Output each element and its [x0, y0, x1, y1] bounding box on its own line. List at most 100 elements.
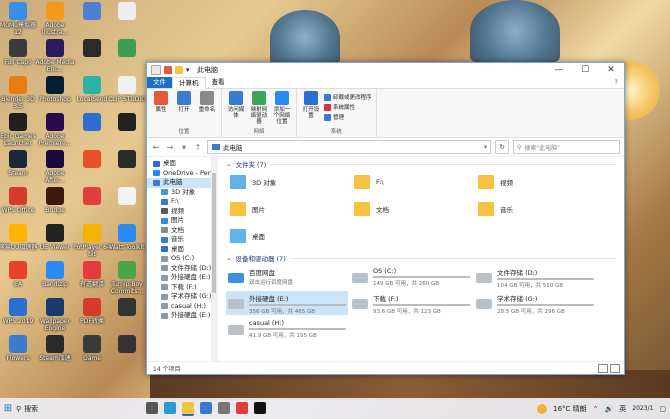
tray-chevron-icon[interactable]: ⌃ [593, 405, 599, 413]
drive-item[interactable]: 百度网盘 双击运行百度网盘 [226, 265, 348, 289]
up-arrow-icon[interactable]: ↑ [193, 143, 203, 152]
ribbon-button[interactable]: 访问媒体 [226, 91, 246, 127]
folder-icon[interactable] [175, 66, 183, 74]
desktop-shortcut[interactable]: EA [0, 261, 38, 288]
desktop-shortcut[interactable]: PotPlayer 64 bit [72, 224, 112, 258]
desktop-shortcut[interactable]: Blender 3D 3.5 [0, 76, 38, 110]
clock[interactable]: 2023/1 [632, 405, 653, 412]
nav-item[interactable]: 外接硬盘 (E:) [147, 311, 217, 321]
close-button[interactable]: ✕ [598, 65, 624, 75]
recent-chevron-icon[interactable]: ▾ [179, 143, 189, 152]
desktop-shortcut[interactable]: Bridge [35, 187, 75, 214]
nav-item[interactable]: casual (H:) [147, 302, 217, 312]
desktop-shortcut[interactable]: 网易UU加速器 [0, 224, 38, 251]
navigation-scrollbar[interactable] [211, 155, 217, 362]
netease-music-icon[interactable] [236, 401, 248, 414]
desktop-shortcut[interactable]: LocalSend [72, 76, 112, 103]
drive-item[interactable]: OS (C:) 149 GB 可用，共 260 GB [350, 265, 472, 289]
desktop-shortcut[interactable] [107, 298, 147, 318]
desktop-shortcut[interactable] [107, 335, 147, 355]
ribbon-small-button[interactable]: 系统属性 [324, 103, 372, 111]
notification-icon[interactable]: ▢ [659, 405, 666, 413]
check-icon[interactable] [164, 66, 172, 74]
refresh-button[interactable]: ↻ [495, 140, 509, 154]
folder-item[interactable]: 视频 [478, 171, 513, 193]
desktop-shortcut[interactable]: Adobe After... [35, 150, 75, 184]
nav-item[interactable]: OneDrive - Perso [147, 169, 217, 179]
desktop-shortcut[interactable] [72, 150, 112, 170]
desktop-shortcut[interactable] [72, 187, 112, 207]
chevron-down-icon[interactable]: ▾ [186, 66, 191, 74]
folder-item[interactable]: 文档 [354, 198, 389, 220]
search-box[interactable]: ⚲ 搜索"此电脑" [513, 140, 620, 154]
properties-icon[interactable] [151, 65, 161, 75]
back-arrow-icon[interactable]: ← [151, 143, 161, 152]
desktop-shortcut[interactable]: MuMu模拟器12 [0, 2, 38, 36]
nav-item[interactable]: 桌面 [147, 245, 217, 255]
desktop-shortcut[interactable]: Adobe Premiere... [35, 113, 75, 147]
nav-item[interactable]: 3D 对象 [147, 188, 217, 198]
nav-item[interactable]: F:\ [147, 197, 217, 207]
desktop-shortcut[interactable] [107, 150, 147, 170]
nav-item[interactable]: 桌面 [147, 159, 217, 169]
desktop-shortcut[interactable]: 有道翻译 [72, 261, 112, 288]
drive-item[interactable]: casual (H:) 41.9 GB 可用，共 195 GB [226, 317, 348, 341]
weather-text[interactable]: 16°C 晴朗 [553, 404, 587, 414]
nav-item[interactable]: 视频 [147, 207, 217, 217]
desktop-shortcut[interactable]: Steam加速 [35, 335, 75, 362]
ribbon-button[interactable]: 打开设置 [301, 91, 321, 127]
mail-icon[interactable] [218, 401, 230, 414]
app-icon[interactable] [254, 401, 266, 414]
minimize-button[interactable]: — [546, 65, 572, 75]
nav-item[interactable]: 音乐 [147, 235, 217, 245]
drive-item[interactable]: 外接硬盘 (E:) 356 GB 可用，共 465 GB [226, 291, 348, 315]
taskbar-search[interactable]: ⚲ 搜索 [16, 404, 116, 414]
desktop-shortcut[interactable]: Steam [0, 150, 38, 177]
desktop-shortcut[interactable] [107, 39, 147, 59]
tab-view[interactable]: 查看 [206, 77, 231, 88]
ribbon-small-button[interactable]: 管理 [324, 113, 372, 121]
drive-item[interactable]: 下载 (F:) 93.6 GB 可用，共 123 GB [350, 291, 472, 315]
scrollbar-thumb[interactable] [212, 173, 216, 293]
desktop-shortcut[interactable] [107, 187, 147, 207]
desktop-shortcut[interactable] [107, 113, 147, 133]
desktop-shortcut[interactable]: UE Viewer [35, 224, 75, 251]
folders-section-header[interactable]: ⌄ 文件夹 (7) [226, 159, 616, 169]
nav-item[interactable]: 下载 (F:) [147, 283, 217, 293]
ribbon-button[interactable]: 重命名 [197, 91, 217, 127]
task-view-icon[interactable] [146, 401, 158, 414]
ribbon-button[interactable]: 映射网络驱动器 [249, 91, 269, 127]
desktop-shortcut[interactable]: Bandizip [35, 261, 75, 288]
desktop-shortcut[interactable] [107, 2, 147, 22]
folder-item[interactable]: 图片 [230, 198, 265, 220]
desktop-shortcut[interactable]: Photoshop [35, 76, 75, 103]
ribbon-button[interactable]: 打开 [174, 91, 194, 127]
forward-arrow-icon[interactable]: → [165, 143, 175, 152]
drive-item[interactable]: 学术存储 (G:) 28.5 GB 可用，共 296 GB [474, 291, 596, 315]
folder-item[interactable]: 桌面 [230, 225, 265, 247]
address-dropdown-icon[interactable]: ▾ [484, 143, 487, 151]
start-button[interactable]: ⊞ [0, 403, 16, 414]
nav-item[interactable]: 文件存储 (D:) [147, 264, 217, 274]
desktop-shortcut[interactable]: Adobe Illustra... [35, 2, 75, 36]
volume-icon[interactable]: 🔊 [605, 405, 614, 413]
folder-item[interactable]: 音乐 [478, 198, 513, 220]
details-view-icon[interactable] [598, 363, 608, 373]
desktop-shortcut[interactable]: Wallpaper Engine [35, 298, 75, 332]
desktop-shortcut[interactable]: Adobe Media Enc... [35, 39, 75, 73]
file-explorer-icon[interactable] [182, 401, 194, 416]
nav-item[interactable]: 文档 [147, 226, 217, 236]
desktop-shortcut[interactable]: PDF转换 [72, 298, 112, 325]
desktop-shortcut[interactable]: WPS 2019 [0, 298, 38, 325]
ribbon-small-button[interactable]: 卸载或更改程序 [324, 93, 372, 101]
tab-file[interactable]: 文件 [147, 77, 172, 88]
folder-item[interactable]: F:\ [354, 171, 384, 193]
drive-item[interactable]: 文件存储 (D:) 104 GB 可用，共 510 GB [474, 265, 596, 289]
nav-item[interactable]: 学术存储 (G:) [147, 292, 217, 302]
nav-item[interactable]: OS (C:) [147, 254, 217, 264]
ribbon-button[interactable]: 添加一个网络位置 [272, 91, 292, 127]
tab-computer[interactable]: 计算机 [172, 76, 206, 89]
desktop-shortcut[interactable]: Flowers [0, 335, 38, 362]
language-indicator[interactable]: 英 [619, 404, 626, 414]
desktop-shortcut[interactable] [72, 113, 112, 133]
